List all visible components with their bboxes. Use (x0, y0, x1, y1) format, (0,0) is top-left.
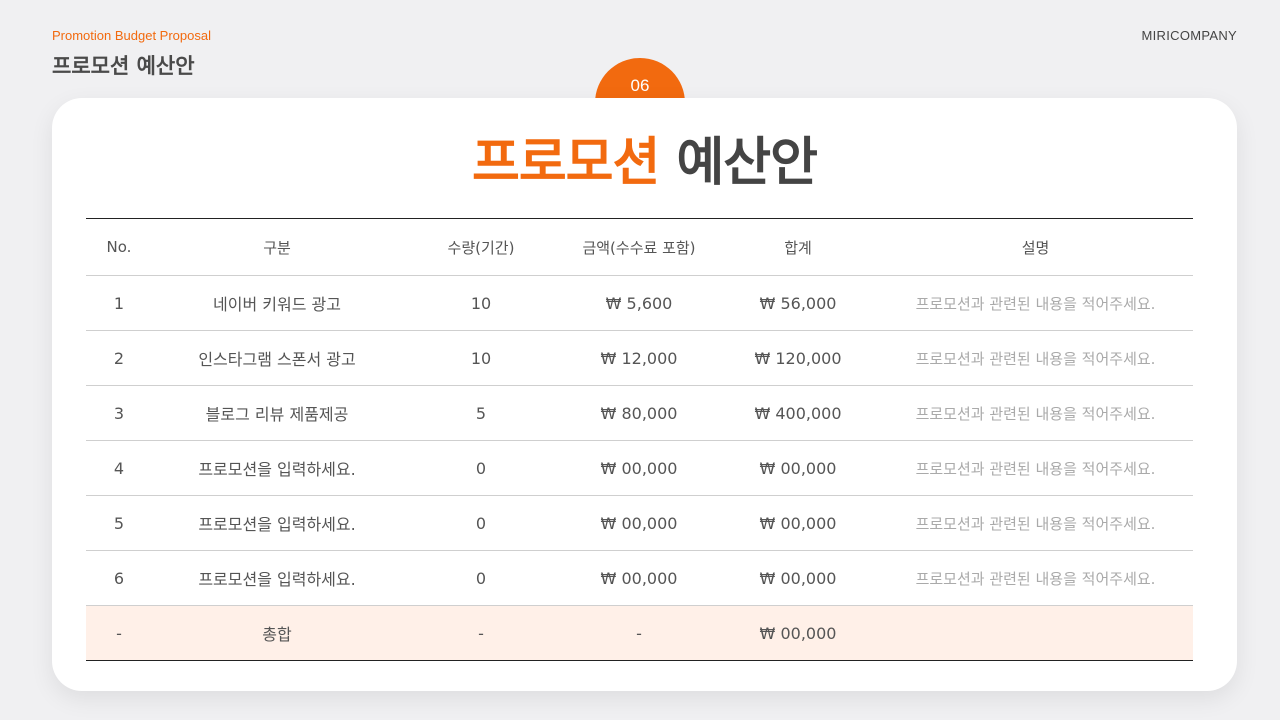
cell-category: 프로모션을 입력하세요. (152, 550, 402, 606)
cell-amount: ₩ 00,000 (560, 440, 718, 496)
total-label: 총합 (152, 605, 402, 661)
cell-no: 4 (86, 440, 152, 496)
main-title: 프로모션 예산안 (52, 120, 1237, 195)
header-subtitle: Promotion Budget Proposal (52, 28, 211, 43)
cell-description: 프로모션과 관련된 내용을 적어주세요. (878, 495, 1193, 551)
header-amount: 금액(수수료 포함) (560, 218, 718, 276)
cell-quantity: 0 (402, 440, 560, 496)
table-row: 5 프로모션을 입력하세요. 0 ₩ 00,000 ₩ 00,000 프로모션과… (86, 495, 1193, 551)
cell-description: 프로모션과 관련된 내용을 적어주세요. (878, 275, 1193, 331)
header-no: No. (86, 218, 152, 276)
cell-category: 프로모션을 입력하세요. (152, 495, 402, 551)
cell-quantity: 5 (402, 385, 560, 441)
cell-sum: ₩ 00,000 (718, 495, 878, 551)
cell-category: 네이버 키워드 광고 (152, 275, 402, 331)
cell-no: 5 (86, 495, 152, 551)
total-no: - (86, 605, 152, 661)
cell-quantity: 0 (402, 550, 560, 606)
cell-category: 인스타그램 스폰서 광고 (152, 330, 402, 386)
cell-no: 6 (86, 550, 152, 606)
cell-no: 1 (86, 275, 152, 331)
cell-category: 프로모션을 입력하세요. (152, 440, 402, 496)
cell-description: 프로모션과 관련된 내용을 적어주세요. (878, 440, 1193, 496)
header-category: 구분 (152, 218, 402, 276)
cell-description: 프로모션과 관련된 내용을 적어주세요. (878, 330, 1193, 386)
total-sum: ₩ 00,000 (718, 605, 878, 661)
header-description: 설명 (878, 218, 1193, 276)
table-row: 2 인스타그램 스폰서 광고 10 ₩ 12,000 ₩ 120,000 프로모… (86, 330, 1193, 386)
total-quantity: - (402, 605, 560, 661)
cell-amount: ₩ 5,600 (560, 275, 718, 331)
table-row: 1 네이버 키워드 광고 10 ₩ 5,600 ₩ 56,000 프로모션과 관… (86, 275, 1193, 331)
header-quantity: 수량(기간) (402, 218, 560, 276)
cell-quantity: 0 (402, 495, 560, 551)
cell-amount: ₩ 80,000 (560, 385, 718, 441)
company-name: MIRICOMPANY (1141, 28, 1237, 43)
cell-no: 2 (86, 330, 152, 386)
cell-quantity: 10 (402, 330, 560, 386)
content-card: 프로모션 예산안 No. 구분 수량(기간) 금액(수수료 포함) 합계 설명 … (52, 98, 1237, 691)
page-number: 06 (630, 76, 650, 95)
cell-no: 3 (86, 385, 152, 441)
cell-category: 블로그 리뷰 제품제공 (152, 385, 402, 441)
cell-amount: ₩ 12,000 (560, 330, 718, 386)
total-description (878, 605, 1193, 661)
cell-amount: ₩ 00,000 (560, 495, 718, 551)
total-row: - 총합 - - ₩ 00,000 (86, 605, 1193, 661)
cell-quantity: 10 (402, 275, 560, 331)
main-title-accent: 프로모션 (471, 133, 660, 193)
cell-sum: ₩ 400,000 (718, 385, 878, 441)
cell-sum: ₩ 120,000 (718, 330, 878, 386)
table-row: 3 블로그 리뷰 제품제공 5 ₩ 80,000 ₩ 400,000 프로모션과… (86, 385, 1193, 441)
cell-sum: ₩ 56,000 (718, 275, 878, 331)
table-row: 4 프로모션을 입력하세요. 0 ₩ 00,000 ₩ 00,000 프로모션과… (86, 440, 1193, 496)
header-title: 프로모션 예산안 (52, 54, 195, 78)
table-header-row: No. 구분 수량(기간) 금액(수수료 포함) 합계 설명 (86, 218, 1193, 276)
total-amount: - (560, 605, 718, 661)
cell-sum: ₩ 00,000 (718, 550, 878, 606)
header-sum: 합계 (718, 218, 878, 276)
cell-description: 프로모션과 관련된 내용을 적어주세요. (878, 385, 1193, 441)
budget-table: No. 구분 수량(기간) 금액(수수료 포함) 합계 설명 1 네이버 키워드… (86, 218, 1193, 661)
main-title-rest: 예산안 (676, 133, 818, 193)
cell-sum: ₩ 00,000 (718, 440, 878, 496)
cell-amount: ₩ 00,000 (560, 550, 718, 606)
table-row: 6 프로모션을 입력하세요. 0 ₩ 00,000 ₩ 00,000 프로모션과… (86, 550, 1193, 606)
cell-description: 프로모션과 관련된 내용을 적어주세요. (878, 550, 1193, 606)
